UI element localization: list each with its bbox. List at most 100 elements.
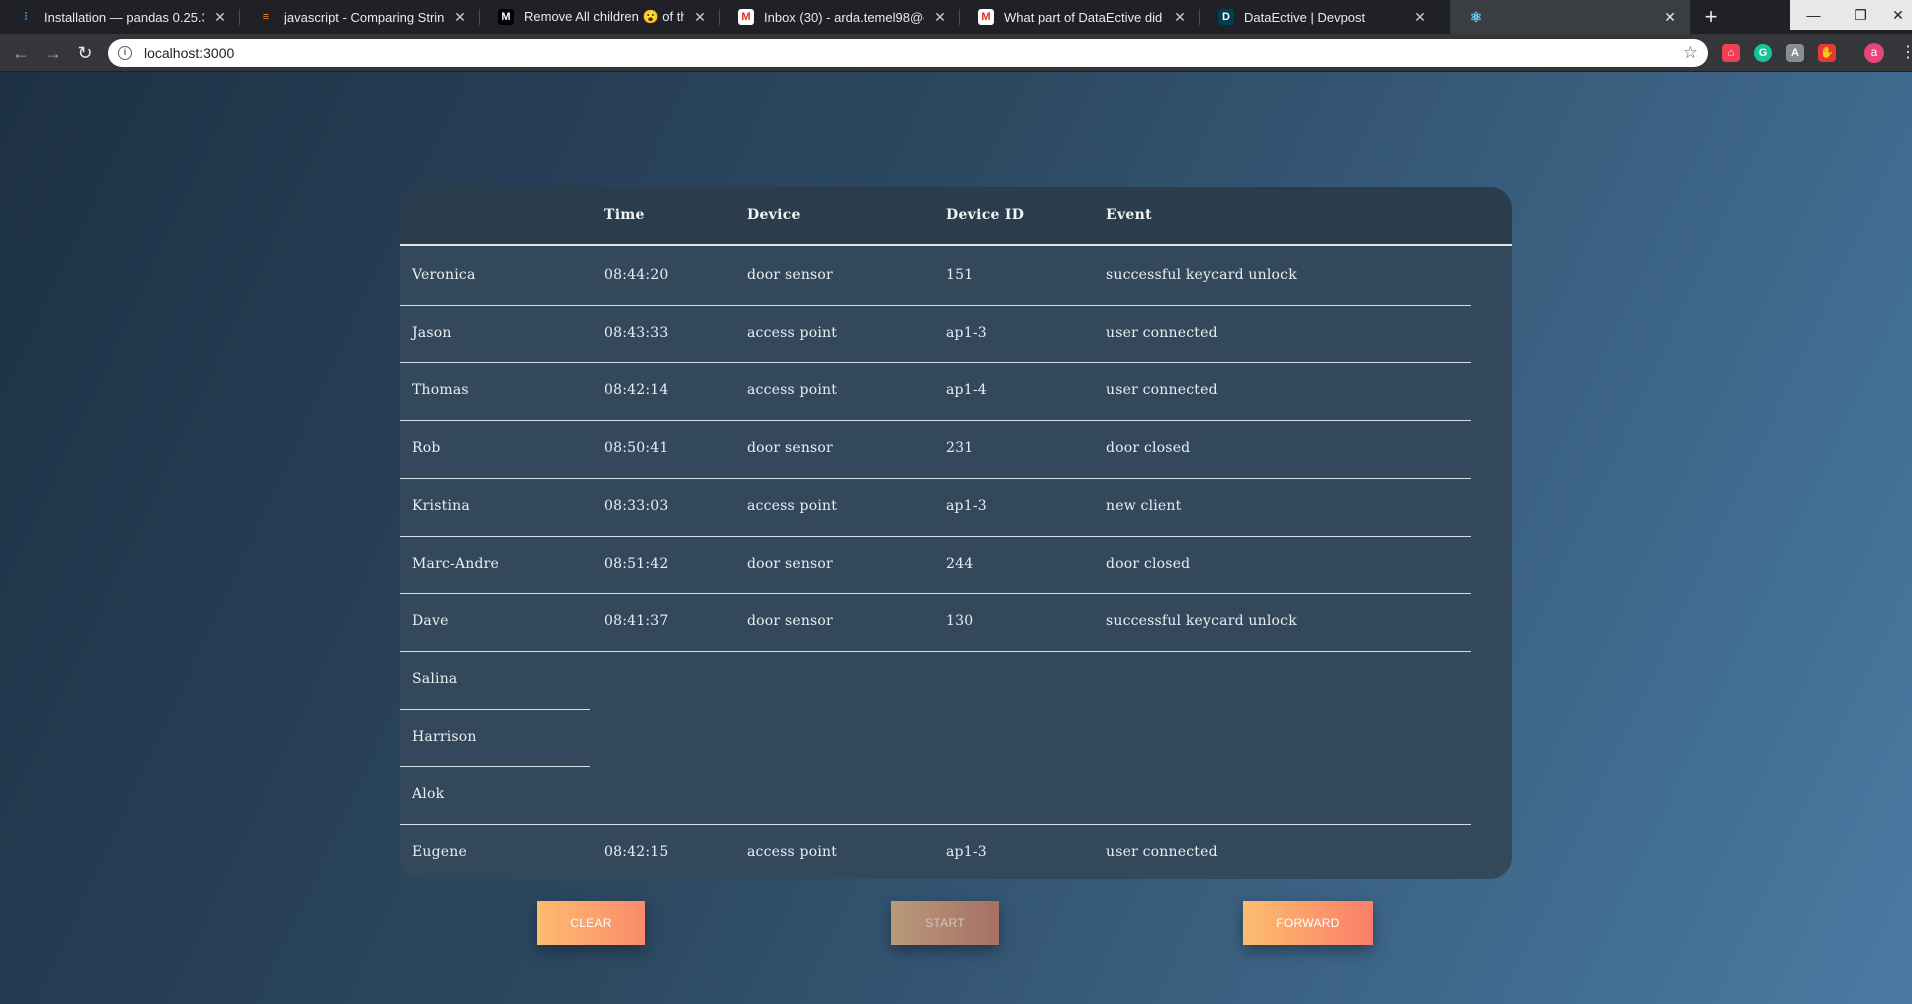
header-time: Time	[604, 207, 645, 223]
cell-name: Harrison	[412, 728, 477, 745]
tab-close-icon[interactable]: ✕	[212, 9, 228, 26]
header-event: Event	[1106, 207, 1152, 223]
pocket-icon[interactable]: ⌂	[1722, 44, 1740, 62]
cell-event: successful keycard unlock	[1106, 267, 1297, 283]
pandas-icon: ⫶	[24, 10, 28, 23]
medium-icon: M	[498, 9, 514, 25]
cell-device: door sensor	[747, 555, 833, 572]
cell-name: Alok	[412, 786, 445, 803]
cell-device-id: 151	[946, 267, 974, 283]
cell-event: user connected	[1106, 324, 1218, 341]
site-info-icon[interactable]: i	[118, 46, 132, 60]
reload-icon[interactable]: ↻	[72, 40, 98, 66]
tab-medium[interactable]: M Remove All children 😮 of the no ✕	[480, 0, 720, 34]
bookmark-star-icon[interactable]: ☆	[1683, 43, 1698, 63]
tab-close-icon[interactable]: ✕	[1172, 9, 1188, 26]
row-divider	[400, 477, 1471, 479]
cell-event: user connected	[1106, 844, 1218, 860]
cell-device: door sensor	[747, 613, 833, 630]
window-close-icon[interactable]: ✕	[1884, 0, 1912, 30]
cell-device: access point	[747, 324, 838, 341]
row-divider	[400, 535, 1471, 537]
gmail-icon: M	[738, 9, 754, 25]
header-device: Device	[747, 207, 801, 223]
clear-button[interactable]: CLEAR	[537, 901, 645, 945]
cell-name: Thomas	[412, 382, 469, 399]
cell-time: 08:42:15	[604, 844, 669, 860]
cell-name: Eugene	[412, 844, 467, 860]
cell-device-id: 130	[946, 613, 974, 630]
tab-close-icon[interactable]: ✕	[692, 9, 708, 26]
cell-event: door closed	[1106, 555, 1191, 572]
tab-close-icon[interactable]: ✕	[1412, 9, 1428, 26]
cell-name: Salina	[412, 670, 458, 687]
tab-react-app[interactable]: ⚛ React App ✕	[1450, 0, 1690, 34]
tab-title: Inbox (30) - arda.temel98@gmail	[764, 9, 924, 25]
address-bar[interactable]: i localhost:3000 ☆	[108, 39, 1708, 67]
tab-title: DataEctive | Devpost	[1244, 9, 1366, 25]
event-table: Time Device Device ID Event Veronica 08:4…	[400, 187, 1512, 879]
forward-nav-icon[interactable]: →	[40, 40, 66, 66]
cell-event: successful keycard unlock	[1106, 613, 1297, 630]
cell-device-id: ap1-3	[946, 324, 987, 341]
tab-devpost[interactable]: D DataEctive | Devpost ✕	[1200, 0, 1440, 34]
tab-title: javascript - Comparing Strings in	[284, 9, 444, 25]
cell-device-id: ap1-3	[946, 844, 987, 860]
stackoverflow-icon: ≡	[262, 11, 270, 23]
row-divider	[400, 420, 1471, 422]
tab-pandas[interactable]: ⫶ Installation — pandas 0.25.3 doc ✕	[0, 0, 240, 34]
row-divider	[400, 650, 1471, 652]
row-divider	[400, 766, 590, 768]
cell-device-id: ap1-3	[946, 497, 987, 514]
cell-event: new client	[1106, 497, 1182, 514]
url-text[interactable]: localhost:3000	[144, 45, 1683, 61]
gmail-icon: M	[978, 9, 994, 25]
row-divider	[400, 824, 1471, 825]
cell-device: access point	[747, 497, 838, 514]
translate-extension-icon[interactable]: A	[1786, 44, 1804, 62]
row-divider	[400, 708, 590, 710]
new-tab-icon[interactable]: +	[1697, 3, 1725, 31]
tab-gmail-inbox[interactable]: M Inbox (30) - arda.temel98@gmail ✕	[720, 0, 960, 34]
cell-time: 08:44:20	[604, 267, 669, 283]
grammarly-icon[interactable]: G	[1754, 44, 1772, 62]
tab-stackoverflow[interactable]: ≡ javascript - Comparing Strings in ✕	[240, 0, 480, 34]
profile-avatar[interactable]: a	[1864, 43, 1884, 63]
cell-time: 08:33:03	[604, 497, 669, 514]
react-icon: ⚛	[1469, 8, 1483, 25]
tab-close-icon[interactable]: ✕	[1662, 9, 1678, 26]
cell-device: access point	[747, 844, 838, 860]
cell-name: Rob	[412, 440, 441, 457]
tab-strip: ⫶ Installation — pandas 0.25.3 doc ✕ ≡ j…	[0, 0, 1912, 34]
tab-close-icon[interactable]: ✕	[932, 9, 948, 26]
table-header: Time Device Device ID Event	[400, 187, 1512, 246]
cell-time: 08:42:14	[604, 382, 669, 399]
tab-title: Remove All children 😮 of the no	[524, 9, 684, 24]
cell-name: Dave	[412, 613, 449, 630]
browser-toolbar: ← → ↻ i localhost:3000 ☆ ⌂ G A ✋ a ⋮	[0, 34, 1912, 72]
cell-name: Kristina	[412, 497, 470, 514]
minimize-icon[interactable]: —	[1790, 0, 1837, 30]
row-divider	[400, 304, 1471, 306]
tab-close-icon[interactable]: ✕	[452, 9, 468, 26]
cell-time: 08:41:37	[604, 613, 669, 630]
cell-event: door closed	[1106, 440, 1191, 457]
cell-time: 08:50:41	[604, 440, 669, 457]
cell-time: 08:43:33	[604, 324, 669, 341]
start-button[interactable]: START	[891, 901, 999, 945]
cell-name: Jason	[412, 324, 452, 341]
tab-title: Installation — pandas 0.25.3 doc	[44, 9, 204, 25]
cell-device: access point	[747, 382, 838, 399]
forward-button[interactable]: FORWARD	[1243, 901, 1373, 945]
header-device-id: Device ID	[946, 207, 1025, 223]
cell-device-id: 231	[946, 440, 974, 457]
devpost-icon: D	[1218, 9, 1234, 25]
back-icon[interactable]: ←	[8, 40, 34, 66]
cell-device: door sensor	[747, 440, 833, 457]
adblock-icon[interactable]: ✋	[1818, 44, 1836, 62]
tab-gmail-dataective[interactable]: M What part of DataEctive did you ✕	[960, 0, 1200, 34]
menu-kebab-icon[interactable]: ⋮	[1900, 42, 1912, 62]
row-divider	[400, 362, 1471, 364]
app-page: Time Device Device ID Event Veronica 08:4…	[0, 72, 1912, 1004]
restore-icon[interactable]: ❐	[1837, 0, 1884, 30]
